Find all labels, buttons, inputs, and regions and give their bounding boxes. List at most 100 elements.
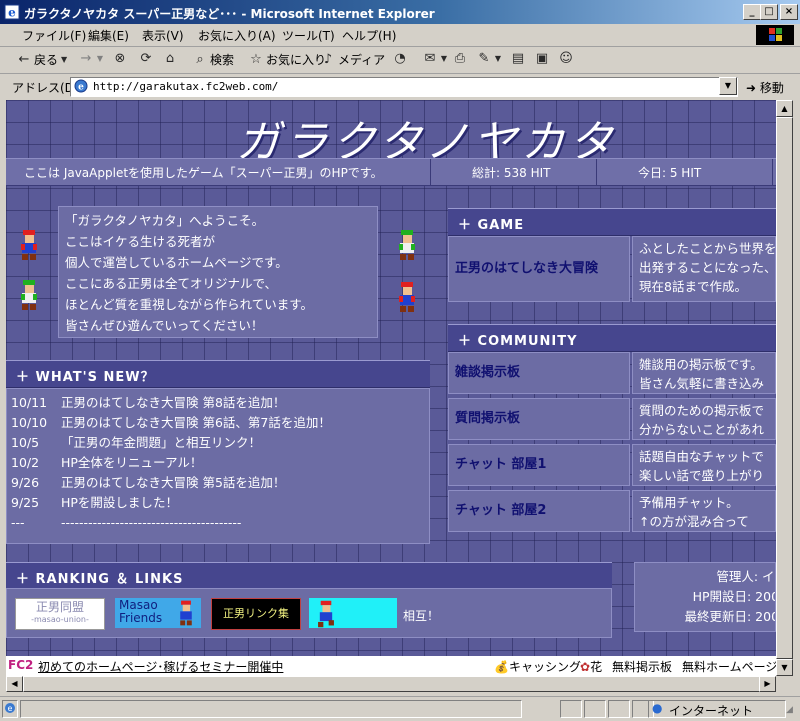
masao-sprite-icon	[180, 600, 192, 626]
scroll-up-button[interactable]: ▲	[776, 100, 793, 117]
fc2-link-free-board[interactable]: 無料掲示板	[612, 658, 672, 675]
address-dropdown-button[interactable]: ▼	[719, 77, 737, 95]
toolbar: ← 戻る ▼ → ▼ ⊗ ⟳ ⌂ ⌕ 検索 ☆ お気に入り ♪ メディア ◔ ✉…	[0, 47, 800, 74]
chevron-down-icon: ▼	[494, 54, 502, 63]
table-row: チャット 部屋2 予備用チャット。 ↑の方が混み合って	[448, 490, 776, 534]
stop-icon: ⊗	[114, 51, 126, 66]
research-button[interactable]: ▣	[534, 51, 550, 67]
favorites-button[interactable]: ☆ お気に入り	[248, 51, 326, 68]
scroll-down-button[interactable]: ▼	[776, 659, 793, 676]
fc2-ad-link[interactable]: 初めてのホームページ･稼げるセミナー開催中	[38, 658, 283, 675]
scroll-thumb[interactable]	[23, 676, 760, 692]
search-button[interactable]: ⌕ 検索	[192, 51, 234, 68]
mutual-label: 相互！	[403, 609, 440, 623]
menu-file[interactable]: ファイル(F)	[22, 27, 86, 44]
banner-mutual-link[interactable]	[309, 598, 397, 628]
menu-view[interactable]: 表示(V)	[142, 27, 184, 44]
media-button[interactable]: ♪ メディア	[320, 51, 385, 68]
scroll-left-button[interactable]: ◀	[6, 676, 23, 692]
menu-bar: ファイル(F) 編集(E) 表示(V) お気に入り(A) ツール(T) ヘルプ(…	[0, 24, 800, 47]
table-row: 質問掲示板 質問のための掲示板で 分からないことがあれ	[448, 398, 776, 442]
address-input[interactable]: e http://garakutax.fc2web.com/ ▼	[70, 77, 738, 97]
list-item: 10/11 正男のはてしなき大冒険 第8話を追加！	[11, 395, 286, 410]
history-icon: ◔	[394, 51, 406, 66]
messenger-icon: ☺	[559, 51, 573, 66]
messenger-button[interactable]: ☺	[558, 51, 574, 67]
globe-icon: ●	[652, 701, 663, 715]
fc2-logo[interactable]: FC2	[8, 658, 33, 672]
fc2-link-cashing[interactable]: 💰キャッシング	[494, 658, 581, 675]
search-icon: ⌕	[196, 51, 204, 67]
fc2-link-free-homepage[interactable]: 無料ホームページ	[682, 658, 776, 675]
link-banners: 正男同盟 -masao-union- Masao Friends 正男リンク集 …	[6, 588, 612, 638]
banner-masao-link-collection[interactable]: 正男リンク集	[211, 598, 301, 630]
minimize-button[interactable]: _	[743, 4, 761, 20]
menu-tools[interactable]: ツール(T)	[282, 27, 335, 44]
forward-button[interactable]: → ▼	[78, 51, 104, 67]
menu-help[interactable]: ヘルプ(H)	[342, 27, 396, 44]
masao-green-sprite-icon	[21, 280, 37, 310]
print-button[interactable]: ⎙	[452, 51, 468, 67]
community-link-chat-room-1[interactable]: チャット 部屋1	[448, 444, 630, 486]
community-link-question-board[interactable]: 質問掲示板	[448, 398, 630, 440]
stop-button[interactable]: ⊗	[112, 51, 128, 67]
last-updated: 最終更新日: 2004	[684, 609, 776, 624]
fc2-link-flower[interactable]: ✿花	[580, 658, 602, 675]
mail-button[interactable]: ✉ ▼	[422, 51, 448, 67]
window-title: ガラクタノヤカタ スーパー正男など･･･ - Microsoft Interne…	[24, 7, 435, 21]
history-button[interactable]: ◔	[392, 51, 408, 67]
banner-masao-union[interactable]: 正男同盟 -masao-union-	[15, 598, 105, 630]
whats-new-heading: ＋ WHAT'S NEW？	[6, 360, 430, 388]
site-open-date: HP開設日: 2004	[692, 589, 775, 604]
info-divider	[772, 159, 773, 185]
back-button[interactable]: ← 戻る ▼	[16, 51, 68, 68]
welcome-line: ここにある正男は全てオリジナルで、	[65, 276, 278, 291]
banner-masao-friends[interactable]: Masao Friends	[115, 598, 201, 628]
page-viewport[interactable]: ガラクタノヤカタ ここは JavaAppletを使用したゲーム「スーパー正男」の…	[6, 100, 776, 676]
vertical-scrollbar[interactable]: ▲ ▼	[776, 100, 793, 676]
discuss-button[interactable]: ▤	[510, 51, 526, 67]
chevron-down-icon: ▼	[96, 54, 104, 63]
address-bar: アドレス(D) e http://garakutax.fc2web.com/ ▼…	[0, 74, 800, 100]
close-button[interactable]: ×	[780, 4, 798, 20]
go-button[interactable]: ➜ 移動	[746, 79, 784, 96]
masao-running-sprite-icon	[318, 600, 334, 628]
address-url: http://garakutax.fc2web.com/	[93, 80, 279, 93]
back-arrow-icon: ←	[18, 51, 30, 67]
game-heading: ＋ GAME	[448, 208, 776, 236]
community-description: 話題自由なチャットで 楽しい話で盛り上がり	[632, 444, 776, 486]
scroll-thumb[interactable]	[776, 117, 793, 659]
list-item: --- -------------------------------------…	[11, 515, 242, 530]
menu-edit[interactable]: 編集(E)	[88, 27, 129, 44]
svg-text:e: e	[78, 83, 84, 93]
chevron-down-icon: ▼	[60, 54, 68, 64]
status-cell	[584, 700, 606, 718]
svg-text:e: e	[8, 704, 13, 713]
resize-grip-icon[interactable]: ◢	[786, 705, 793, 715]
status-page-icon: e	[2, 700, 18, 718]
edit-button[interactable]: ✎ ▼	[476, 51, 502, 67]
masao-red-sprite-icon	[399, 282, 415, 312]
refresh-button[interactable]: ⟳	[138, 51, 154, 67]
welcome-line: ここはイケる生ける死者が	[65, 234, 216, 249]
community-link-chat-room-2[interactable]: チャット 部屋2	[448, 490, 630, 532]
site-description: ここは JavaAppletを使用したゲーム「スーパー正男」のHPです。	[24, 166, 383, 180]
table-row: 正男のはてしなき大冒険 ふとしたことから世界を 出発することになった、 現在8話…	[448, 236, 776, 304]
address-label: アドレス(D)	[12, 81, 79, 95]
home-button[interactable]: ⌂	[162, 51, 178, 67]
horizontal-scrollbar[interactable]: ◀ ▶	[6, 676, 776, 692]
menu-favorites[interactable]: お気に入り(A)	[198, 27, 276, 44]
whats-new-list: 10/11 正男のはてしなき大冒険 第8話を追加！ 10/10 正男のはてしなき大冒…	[6, 388, 430, 544]
game-link[interactable]: 正男のはてしなき大冒険	[448, 236, 630, 302]
community-link-chat-board[interactable]: 雑談掲示板	[448, 352, 630, 394]
windows-logo-icon	[756, 25, 794, 45]
welcome-line: ほとんど質を重視しながら作られています。	[65, 297, 314, 312]
title-bar[interactable]: e ガラクタノヤカタ スーパー正男など･･･ - Microsoft Inter…	[0, 0, 800, 24]
print-icon: ⎙	[454, 51, 466, 66]
maximize-button[interactable]: □	[760, 4, 778, 20]
community-heading: ＋ COMMUNITY	[448, 324, 776, 352]
scroll-right-button[interactable]: ▶	[759, 676, 776, 692]
favorites-icon: ☆	[250, 51, 262, 67]
forward-arrow-icon: →	[80, 51, 92, 66]
ie-icon: e	[4, 4, 20, 20]
